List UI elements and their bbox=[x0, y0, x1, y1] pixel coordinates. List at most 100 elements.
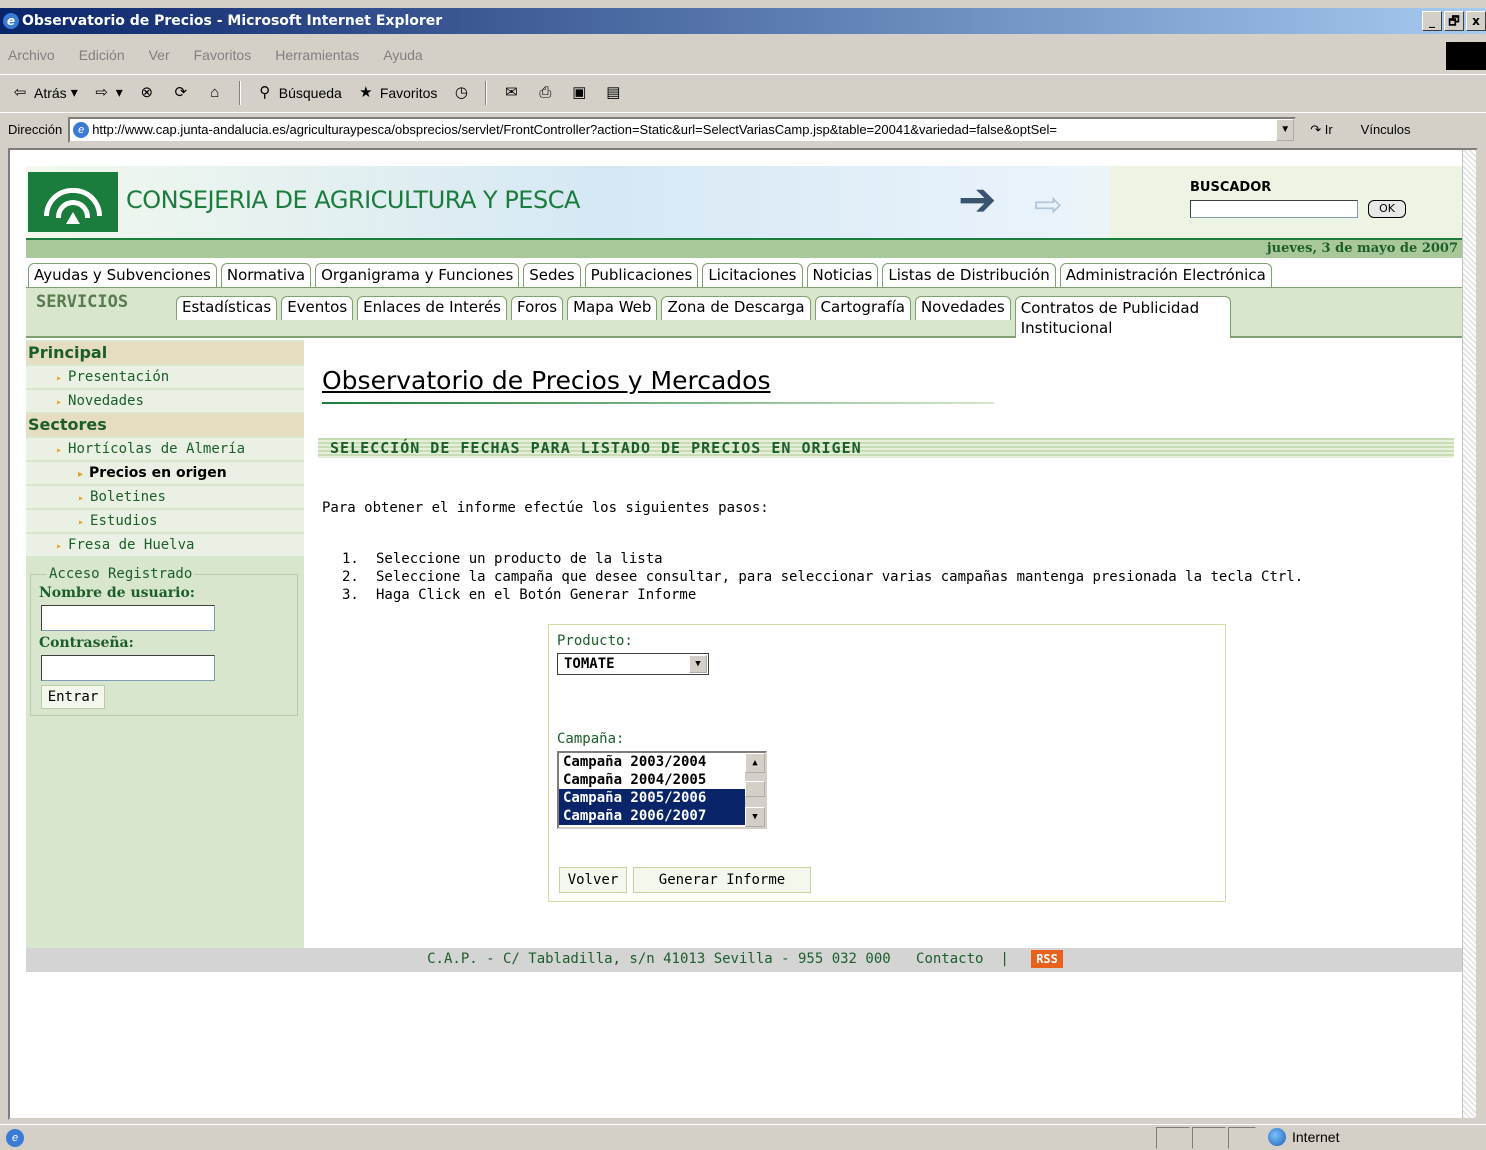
back-button[interactable]: ⇦ Atrás ▾ bbox=[10, 83, 78, 103]
scroll-up-icon[interactable]: ▲ bbox=[745, 753, 765, 773]
minimize-button[interactable]: _ bbox=[1422, 11, 1442, 31]
sidebar-item-novedades[interactable]: ▸ Novedades bbox=[26, 390, 304, 412]
search-button[interactable]: ⚲ Búsqueda bbox=[255, 83, 342, 103]
history-icon[interactable]: ◷ bbox=[451, 83, 471, 103]
sidebar-item-fresa[interactable]: ▸ Fresa de Huelva bbox=[26, 534, 304, 556]
favorites-icon: ★ bbox=[359, 83, 373, 101]
home-icon[interactable]: ⌂ bbox=[205, 83, 225, 103]
tab-noticias[interactable]: Noticias bbox=[806, 263, 879, 287]
edit-icon[interactable]: ▣ bbox=[569, 83, 589, 103]
current-date: jueves, 3 de mayo de 2007 bbox=[1266, 241, 1458, 256]
password-input[interactable] bbox=[41, 655, 215, 681]
tab-listas[interactable]: Listas de Distribución bbox=[882, 263, 1056, 287]
address-input[interactable]: e http://www.cap.junta-andalucia.es/agri… bbox=[68, 116, 1297, 143]
window-title: Observatorio de Precios - Microsoft Inte… bbox=[22, 13, 443, 29]
page-scrollbar[interactable] bbox=[1462, 150, 1476, 1118]
mail-icon[interactable]: ✉ bbox=[501, 83, 521, 103]
tab-publicaciones[interactable]: Publicaciones bbox=[584, 263, 699, 287]
links-button[interactable]: Vínculos bbox=[1361, 122, 1411, 137]
tab-zona-descarga[interactable]: Zona de Descarga bbox=[661, 296, 811, 320]
stop-icon[interactable]: ⊗ bbox=[137, 83, 157, 103]
intro-text: Para obtener el informe efectúe los sigu… bbox=[322, 500, 769, 516]
maximize-button[interactable]: 🗗 bbox=[1444, 11, 1464, 31]
sidebar-item-label: Fresa de Huelva bbox=[68, 537, 195, 553]
tab-novedades[interactable]: Novedades bbox=[914, 296, 1011, 320]
login-box: Acceso Registrado Nombre de usuario: Con… bbox=[30, 566, 298, 716]
tab-licitaciones[interactable]: Licitaciones bbox=[702, 263, 803, 287]
discuss-icon[interactable]: ▤ bbox=[603, 83, 623, 103]
sidebar-item-precios-origen[interactable]: ▸ Precios en origen bbox=[26, 462, 304, 484]
back-form-button[interactable]: Volver bbox=[559, 867, 627, 893]
tab-enlaces[interactable]: Enlaces de Interés bbox=[357, 296, 507, 320]
menu-archivo[interactable]: Archivo bbox=[8, 47, 55, 63]
login-button[interactable]: Entrar bbox=[41, 685, 105, 709]
forward-arrow-icon: ⇨ bbox=[95, 83, 108, 101]
campaign-listbox[interactable]: Campaña 2003/2004 Campaña 2004/2005 Camp… bbox=[557, 751, 767, 829]
username-input[interactable] bbox=[41, 605, 215, 631]
bullet-icon: ▸ bbox=[78, 469, 84, 480]
title-underline bbox=[322, 402, 994, 404]
tab-contratos[interactable]: Contratos de Publicidad Institucional bbox=[1014, 296, 1231, 338]
menu-favoritos[interactable]: Favoritos bbox=[194, 47, 252, 63]
close-button[interactable]: x bbox=[1466, 11, 1486, 31]
sidebar-item-horticolas[interactable]: ▸ Hortícolas de Almería bbox=[26, 438, 304, 460]
tab-organigrama[interactable]: Organigrama y Funciones bbox=[315, 263, 520, 287]
ie-logo-icon: e bbox=[3, 13, 19, 29]
product-value: TOMATE bbox=[564, 656, 615, 672]
tab-eventos[interactable]: Eventos bbox=[281, 296, 354, 320]
search-ok-button[interactable]: OK bbox=[1368, 200, 1406, 218]
step-text: Seleccione un producto de la lista bbox=[376, 551, 663, 567]
footer-address: C.A.P. - C/ Tabladilla, s/n 41013 Sevill… bbox=[427, 951, 891, 967]
favorites-button[interactable]: ★ Favoritos bbox=[356, 83, 437, 103]
page-icon: e bbox=[73, 121, 90, 138]
status-bar: e Internet bbox=[0, 1124, 1486, 1150]
tab-estadisticas[interactable]: Estadísticas bbox=[176, 296, 278, 320]
menu-ver[interactable]: Ver bbox=[149, 47, 170, 63]
campaign-option[interactable]: Campaña 2003/2004 bbox=[559, 753, 745, 771]
scroll-thumb[interactable] bbox=[745, 781, 765, 797]
site-search: BUSCADOR OK bbox=[1110, 166, 1464, 238]
campaign-option-selected[interactable]: Campaña 2005/2006 bbox=[559, 789, 745, 807]
main-nav: Ayudas y Subvenciones Normativa Organigr… bbox=[26, 258, 1464, 288]
product-select[interactable]: TOMATE ▼ bbox=[557, 653, 709, 675]
forward-button[interactable]: ⇨ ▾ bbox=[92, 83, 122, 103]
sidebar-heading-principal: Principal bbox=[26, 342, 304, 364]
scroll-down-icon[interactable]: ▼ bbox=[745, 807, 765, 827]
tab-cartografia[interactable]: Cartografía bbox=[814, 296, 911, 320]
menu-herramientas[interactable]: Herramientas bbox=[275, 47, 359, 63]
tab-sedes[interactable]: Sedes bbox=[523, 263, 581, 287]
tab-mapa-web[interactable]: Mapa Web bbox=[567, 296, 658, 320]
security-zone: Internet bbox=[1268, 1128, 1339, 1146]
campaign-option-selected[interactable]: Campaña 2006/2007 bbox=[559, 807, 745, 825]
rss-button[interactable]: RSS bbox=[1031, 950, 1063, 968]
generate-report-button[interactable]: Generar Informe bbox=[633, 867, 811, 893]
junta-andalucia-logo-icon[interactable] bbox=[28, 172, 118, 232]
tab-administracion[interactable]: Administración Electrónica bbox=[1059, 263, 1272, 287]
tab-ayudas[interactable]: Ayudas y Subvenciones bbox=[28, 263, 217, 287]
search-label: BUSCADOR bbox=[1190, 180, 1272, 195]
print-icon[interactable]: ⎙ bbox=[535, 83, 555, 103]
menu-ayuda[interactable]: Ayuda bbox=[383, 47, 422, 63]
status-cell bbox=[1156, 1127, 1190, 1149]
address-dropdown-icon[interactable]: ▼ bbox=[1276, 118, 1295, 141]
status-cells bbox=[1156, 1127, 1256, 1149]
site-title[interactable]: CONSEJERIA DE AGRICULTURA Y PESCA bbox=[126, 186, 580, 214]
site-search-input[interactable] bbox=[1190, 200, 1358, 218]
contact-link[interactable]: Contacto bbox=[916, 951, 983, 967]
tab-foros[interactable]: Foros bbox=[511, 296, 564, 320]
tab-normativa[interactable]: Normativa bbox=[220, 263, 312, 287]
listbox-scrollbar[interactable]: ▲ ▼ bbox=[745, 753, 765, 827]
sidebar-item-boletines[interactable]: ▸ Boletines bbox=[26, 486, 304, 508]
campaign-option[interactable]: Campaña 2004/2005 bbox=[559, 771, 745, 789]
site-header: CONSEJERIA DE AGRICULTURA Y PESCA ➔ ⇨ BU… bbox=[26, 166, 1464, 238]
bullet-icon: ▸ bbox=[78, 493, 85, 504]
menu-edicion[interactable]: Edición bbox=[79, 47, 125, 63]
status-cell bbox=[1228, 1127, 1256, 1149]
sidebar-item-presentacion[interactable]: ▸ Presentación bbox=[26, 366, 304, 388]
windows-logo-icon bbox=[1446, 42, 1486, 70]
go-button[interactable]: ↷ Ir bbox=[1310, 122, 1332, 138]
sidebar-item-estudios[interactable]: ▸ Estudios bbox=[26, 510, 304, 532]
chevron-down-icon[interactable]: ▼ bbox=[689, 655, 707, 673]
refresh-icon[interactable]: ⟳ bbox=[171, 83, 191, 103]
bullet-icon: ▸ bbox=[78, 517, 85, 528]
